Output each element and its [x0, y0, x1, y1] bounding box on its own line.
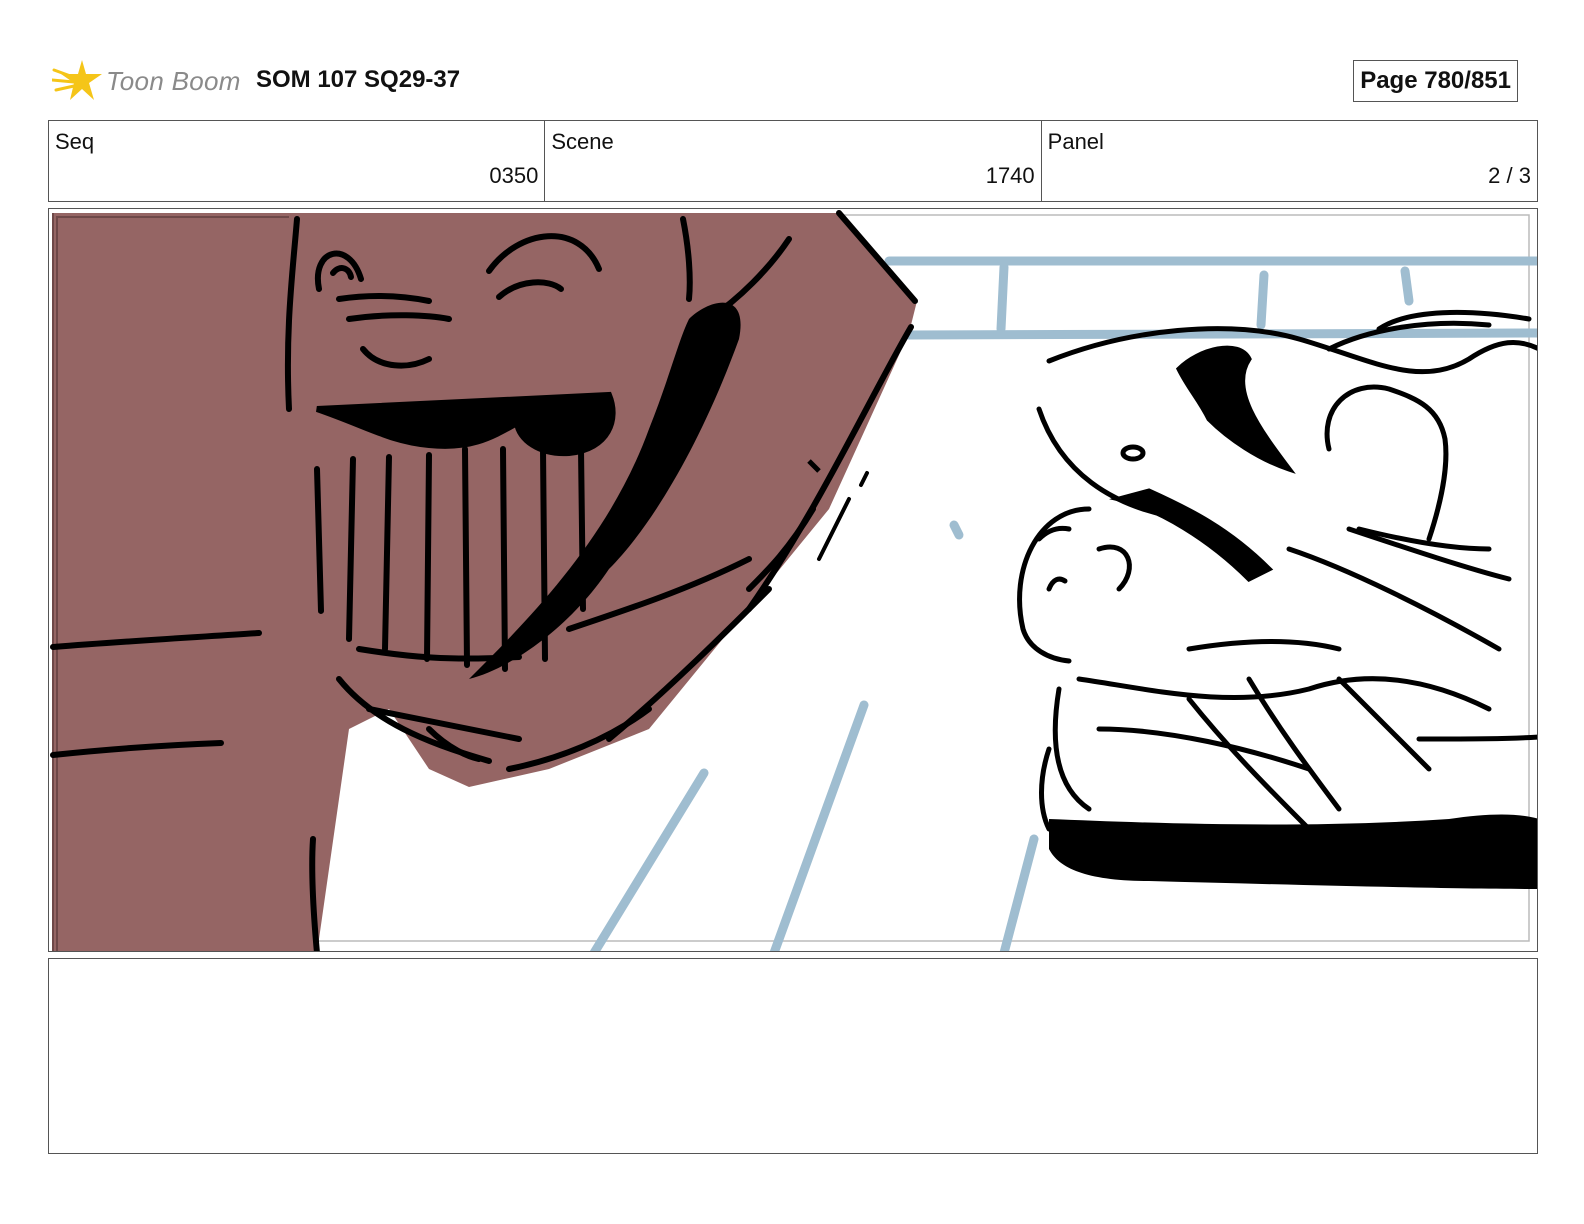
- panel-cell: Panel 2 / 3: [1042, 121, 1537, 201]
- seq-value: 0350: [489, 163, 539, 188]
- storyboard-panel: [48, 208, 1538, 952]
- page-counter-text: Page 780/851: [1360, 67, 1511, 94]
- logo-text: Toon Boom: [106, 65, 241, 96]
- document-title: SOM 107 SQ29-37: [256, 66, 461, 93]
- scene-cell: Scene 1740: [545, 121, 1042, 201]
- seq-label: Seq: [55, 129, 95, 154]
- scene-value: 1740: [985, 163, 1035, 188]
- ground-shadow: [1049, 814, 1537, 889]
- seq-cell: Seq 0350: [49, 121, 546, 201]
- shot-info-row: Seq 0350 Scene 1740 Panel 2 / 3: [48, 120, 1538, 202]
- panel-notes-box: [48, 958, 1538, 1154]
- panel-label: Panel: [1047, 129, 1104, 154]
- scene-label: Scene: [551, 129, 614, 154]
- fallen-character: [1017, 309, 1537, 832]
- page-counter: Page 780/851: [1353, 60, 1518, 102]
- toon-boom-logo: Toon Boom: [52, 56, 241, 106]
- toon-boom-star-icon: [52, 60, 102, 100]
- panel-value: 2 / 3: [1488, 163, 1531, 188]
- giant-character: [50, 210, 918, 951]
- storyboard-sketch: [50, 210, 1537, 951]
- page-header: Toon Boom SOM 107 SQ29-37 Page 780/851: [48, 54, 1536, 110]
- motion-line: [859, 471, 869, 487]
